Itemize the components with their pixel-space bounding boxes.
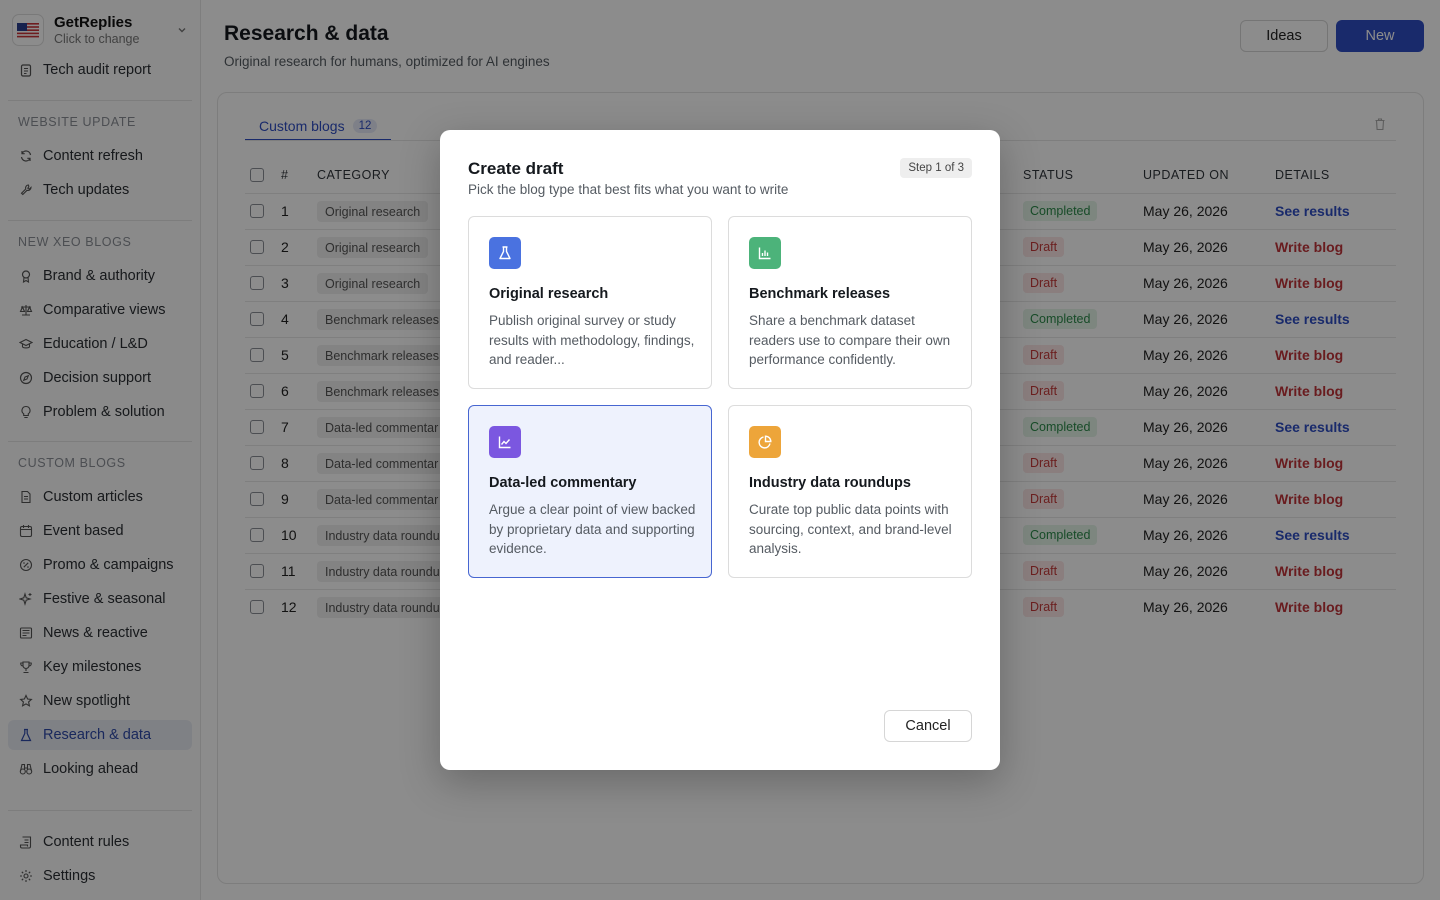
flask-icon [489, 237, 521, 269]
card-title: Data-led commentary [489, 475, 637, 491]
card-original-research[interactable]: Original research Publish original surve… [468, 216, 712, 389]
card-description: Argue a clear point of view backed by pr… [489, 502, 696, 556]
create-draft-modal: Create draft Pick the blog type that bes… [440, 130, 1000, 770]
card-description: Curate top public data points with sourc… [749, 502, 952, 556]
step-indicator: Step 1 of 3 [900, 158, 972, 178]
pie-chart-icon [749, 426, 781, 458]
modal-title: Create draft [468, 159, 564, 178]
card-data-led-commentary[interactable]: Data-led commentary Argue a clear point … [468, 405, 712, 578]
card-title: Industry data roundups [749, 475, 911, 491]
card-description: Share a benchmark dataset readers use to… [749, 313, 951, 367]
card-title: Benchmark releases [749, 286, 891, 302]
modal-subtitle: Pick the blog type that best fits what y… [468, 182, 789, 197]
bar-chart-icon [749, 237, 781, 269]
cancel-button[interactable]: Cancel [884, 710, 972, 742]
card-industry-data-roundups[interactable]: Industry data roundups Curate top public… [728, 405, 972, 578]
card-benchmark-releases[interactable]: Benchmark releases Share a benchmark dat… [728, 216, 972, 389]
card-title: Original research [489, 286, 609, 302]
card-description: Publish original survey or study results… [489, 313, 695, 367]
line-chart-icon [489, 426, 521, 458]
